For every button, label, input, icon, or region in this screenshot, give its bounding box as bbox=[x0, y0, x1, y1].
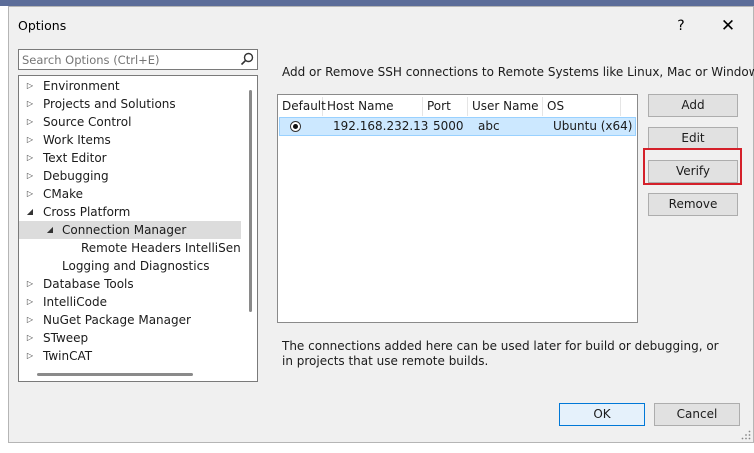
expand-icon[interactable]: ▷ bbox=[25, 347, 35, 365]
close-icon: ✕ bbox=[720, 16, 736, 36]
tree-item-label: Environment bbox=[43, 79, 120, 93]
close-button[interactable]: ✕ bbox=[717, 15, 739, 37]
connections-intro: Add or Remove SSH connections to Remote … bbox=[282, 65, 754, 79]
tree-item-twincat[interactable]: ▷ TwinCAT bbox=[19, 347, 241, 365]
edit-button[interactable]: Edit bbox=[648, 127, 738, 150]
tree-item-text-editor[interactable]: ▷ Text Editor bbox=[19, 149, 241, 167]
verify-button[interactable]: Verify bbox=[648, 160, 738, 183]
tree-item-label: CMake bbox=[43, 187, 83, 201]
expand-icon[interactable]: ▷ bbox=[25, 77, 35, 95]
scrollbar-thumb[interactable] bbox=[37, 373, 193, 376]
collapse-icon[interactable]: ◢ bbox=[25, 203, 35, 221]
tree-item-work-items[interactable]: ▷ Work Items bbox=[19, 131, 241, 149]
os-cell: Ubuntu (x64) bbox=[553, 119, 633, 133]
expand-icon[interactable]: ▷ bbox=[25, 113, 35, 131]
column-header-default[interactable]: Default bbox=[278, 97, 326, 116]
options-dialog: Options ? ✕ ▷ Environment ▷ Projects and… bbox=[8, 6, 754, 443]
tree-item-label: STweep bbox=[43, 331, 89, 345]
window-title: Options bbox=[18, 18, 67, 33]
connections-list[interactable]: Default Host Name Port User Name OS 192.… bbox=[277, 94, 638, 323]
tree-item-label: Work Items bbox=[43, 133, 111, 147]
column-header-host-name[interactable]: Host Name bbox=[323, 97, 423, 116]
tree-item-projects-and-solutions[interactable]: ▷ Projects and Solutions bbox=[19, 95, 241, 113]
tree-vertical-scrollbar[interactable] bbox=[247, 78, 255, 364]
resize-grip-icon[interactable] bbox=[741, 430, 751, 440]
column-header-os[interactable]: OS bbox=[543, 97, 621, 116]
search-input[interactable] bbox=[19, 50, 237, 69]
column-header-user-name[interactable]: User Name bbox=[468, 97, 543, 116]
expand-icon[interactable]: ▷ bbox=[25, 131, 35, 149]
tree-item-label: Text Editor bbox=[43, 151, 107, 165]
expand-icon[interactable]: ▷ bbox=[25, 185, 35, 203]
tree-item-label: Cross Platform bbox=[43, 205, 131, 219]
collapse-icon[interactable]: ◢ bbox=[45, 221, 55, 239]
tree-item-environment[interactable]: ▷ Environment bbox=[19, 77, 241, 95]
scrollbar-thumb[interactable] bbox=[249, 90, 252, 312]
tree-item-cross-platform[interactable]: ◢ Cross Platform bbox=[19, 203, 241, 221]
expand-icon[interactable]: ▷ bbox=[25, 311, 35, 329]
tree-item-label: TwinCAT bbox=[43, 349, 93, 363]
port-cell: 5000 bbox=[433, 119, 464, 133]
tree-item-label: Source Control bbox=[43, 115, 132, 129]
tree-item-database-tools[interactable]: ▷ Database Tools bbox=[19, 275, 241, 293]
tree-item-logging-and-diagnostics[interactable]: Logging and Diagnostics bbox=[19, 257, 241, 275]
tree-item-label: NuGet Package Manager bbox=[43, 313, 191, 327]
expand-icon[interactable]: ▷ bbox=[25, 329, 35, 347]
search-icon[interactable] bbox=[240, 52, 254, 66]
search-box bbox=[18, 49, 258, 70]
tree-item-connection-manager[interactable]: ◢ Connection Manager bbox=[19, 221, 241, 239]
add-button[interactable]: Add bbox=[648, 94, 738, 117]
default-radio[interactable] bbox=[290, 121, 301, 132]
tree-item-intellicode[interactable]: ▷ IntelliCode bbox=[19, 293, 241, 311]
column-header-port[interactable]: Port bbox=[423, 97, 468, 116]
expand-icon[interactable]: ▷ bbox=[25, 95, 35, 113]
expand-icon[interactable]: ▷ bbox=[25, 149, 35, 167]
user-name-cell: abc bbox=[478, 119, 500, 133]
tree-horizontal-scrollbar[interactable] bbox=[21, 370, 245, 378]
tree-item-remote-headers-intellisense-manager[interactable]: Remote Headers IntelliSense Manager bbox=[19, 239, 241, 257]
expand-icon[interactable]: ▷ bbox=[25, 167, 35, 185]
tree-item-label: Database Tools bbox=[43, 277, 134, 291]
connections-footer-note: The connections added here can be used l… bbox=[282, 339, 719, 368]
tree-item-label: IntelliCode bbox=[43, 295, 107, 309]
help-button[interactable]: ? bbox=[671, 16, 691, 36]
expand-icon[interactable]: ▷ bbox=[25, 275, 35, 293]
tree-item-label: Connection Manager bbox=[62, 223, 187, 237]
title-bar: Options ? ✕ bbox=[9, 7, 753, 43]
radio-selected-dot bbox=[293, 124, 298, 129]
options-tree: ▷ Environment ▷ Projects and Solutions ▷… bbox=[18, 75, 258, 382]
tree-item-debugging[interactable]: ▷ Debugging bbox=[19, 167, 241, 185]
cancel-button[interactable]: Cancel bbox=[654, 403, 740, 426]
tree-item-stweep[interactable]: ▷ STweep bbox=[19, 329, 241, 347]
tree-item-nuget-package-manager[interactable]: ▷ NuGet Package Manager bbox=[19, 311, 241, 329]
tree-item-label: Logging and Diagnostics bbox=[62, 259, 210, 273]
host-name-cell: 192.168.232.136 bbox=[333, 119, 429, 133]
remove-button[interactable]: Remove bbox=[648, 193, 738, 216]
tree-item-source-control[interactable]: ▷ Source Control bbox=[19, 113, 241, 131]
tree-item-label: Projects and Solutions bbox=[43, 97, 176, 111]
tree-item-cmake[interactable]: ▷ CMake bbox=[19, 185, 241, 203]
expand-icon[interactable]: ▷ bbox=[25, 293, 35, 311]
tree-item-label: Remote Headers IntelliSense Manager bbox=[81, 241, 241, 255]
ok-button[interactable]: OK bbox=[559, 403, 645, 426]
table-row[interactable]: 192.168.232.136 5000 abc Ubuntu (x64) bbox=[279, 117, 636, 136]
tree-item-label: Debugging bbox=[43, 169, 109, 183]
